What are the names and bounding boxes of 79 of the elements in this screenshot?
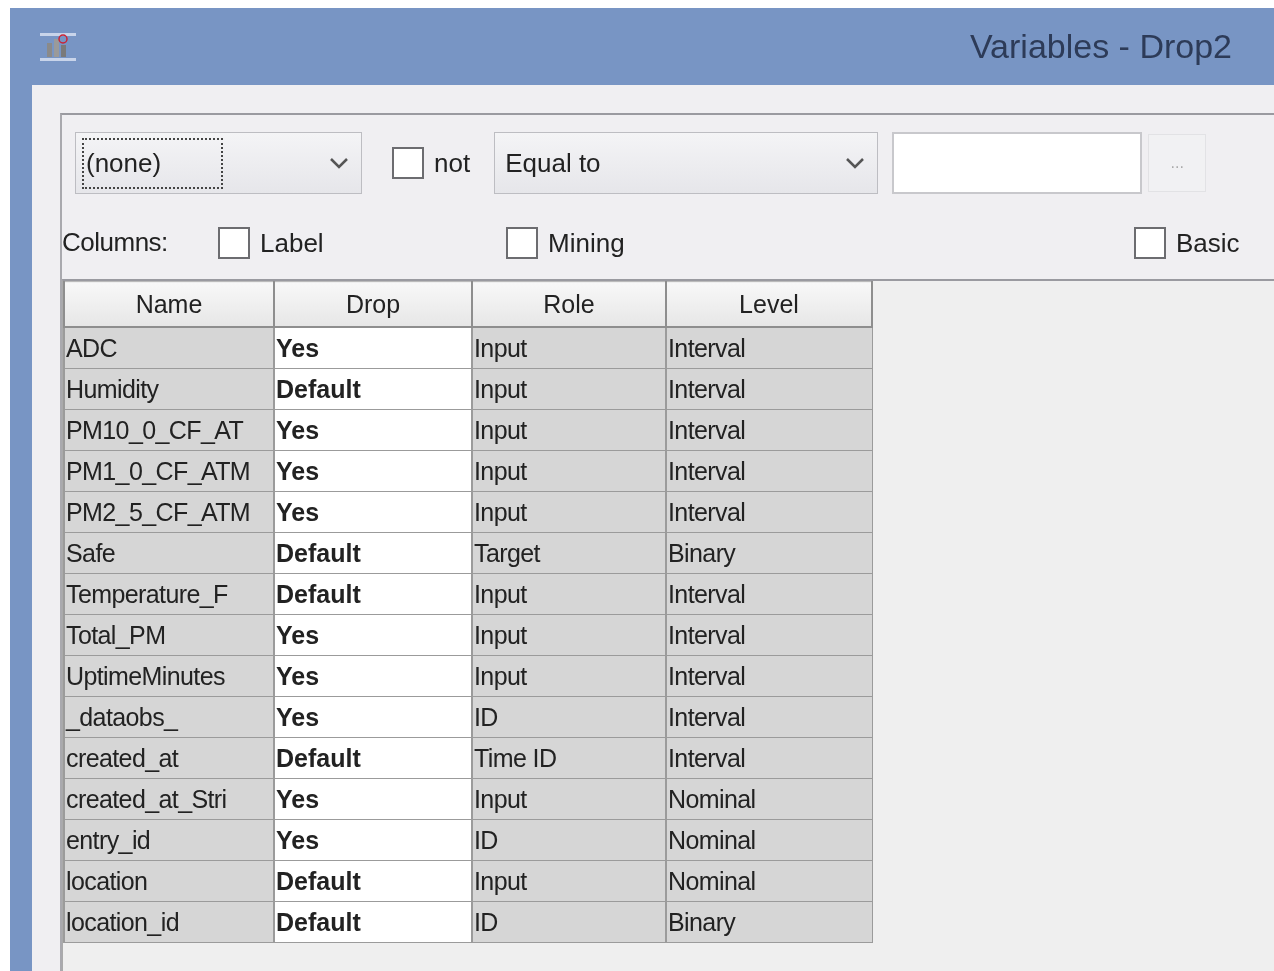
field-dropdown[interactable]: (none) <box>75 132 362 194</box>
table-cell: Interval <box>666 327 872 369</box>
table-cell: Input <box>472 614 666 656</box>
table-cell: Interval <box>666 614 872 656</box>
table-cell: Nominal <box>666 778 872 820</box>
table-cell: Yes <box>274 327 472 369</box>
table-cell: Input <box>472 573 666 615</box>
checkbox-label: Mining <box>548 227 625 259</box>
table-cell: ADC <box>64 327 274 369</box>
table-cell: Interval <box>666 655 872 697</box>
checkbox-label: not <box>434 147 471 179</box>
checkbox[interactable] <box>1134 227 1166 259</box>
checkbox-label: Label <box>260 227 324 259</box>
table-cell: Input <box>472 327 666 369</box>
chevron-down-icon <box>845 156 866 170</box>
table-cell: Humidity <box>64 368 274 410</box>
table-cell: Binary <box>666 901 872 943</box>
table-cell: Input <box>472 778 666 820</box>
table-cell: Default <box>274 532 472 574</box>
table-cell: ID <box>472 819 666 861</box>
column-header[interactable]: Role <box>472 281 666 327</box>
operator-dropdown[interactable]: Equal to <box>494 132 879 194</box>
table-cell: Binary <box>666 532 872 574</box>
table-cell: Input <box>472 491 666 533</box>
table-cell: entry_id <box>64 819 274 861</box>
table-cell: ID <box>472 901 666 943</box>
checkbox-label: Basic <box>1176 227 1240 259</box>
table-cell: Input <box>472 368 666 410</box>
table-cell: Input <box>472 409 666 451</box>
table-cell: created_at <box>64 737 274 779</box>
table-cell: Interval <box>666 696 872 738</box>
table-cell: Yes <box>274 655 472 697</box>
table-cell: _dataobs_ <box>64 696 274 738</box>
column-header[interactable]: Drop <box>274 281 472 327</box>
table-cell: UptimeMinutes <box>64 655 274 697</box>
table-cell: ID <box>472 696 666 738</box>
table-cell: Yes <box>274 491 472 533</box>
table-cell: Default <box>274 901 472 943</box>
table-cell: PM1_0_CF_ATM <box>64 450 274 492</box>
window-title: Variables - Drop2 <box>969 27 1232 66</box>
table-cell: Interval <box>666 450 872 492</box>
table-cell: Time ID <box>472 737 666 779</box>
table-cell: created_at_Stri <box>64 778 274 820</box>
column-header[interactable]: Name <box>64 281 274 327</box>
table-cell: Yes <box>274 450 472 492</box>
table-cell: Default <box>274 737 472 779</box>
table-cell: Default <box>274 368 472 410</box>
table-cell: Interval <box>666 573 872 615</box>
table-cell: location_id <box>64 901 274 943</box>
table-cell: Yes <box>274 819 472 861</box>
value-input-field[interactable] <box>892 132 1143 194</box>
table-cell: Yes <box>274 778 472 820</box>
table-cell: PM2_5_CF_ATM <box>64 491 274 533</box>
table-cell: Input <box>472 860 666 902</box>
table-cell: Safe <box>64 532 274 574</box>
chevron-down-icon <box>329 156 349 170</box>
columns-label: Columns: <box>62 227 168 258</box>
table-cell: Target <box>472 532 666 574</box>
table-cell: Nominal <box>666 860 872 902</box>
table-cell: Interval <box>666 409 872 451</box>
table-cell: Yes <box>274 696 472 738</box>
column-header[interactable]: Level <box>666 281 872 327</box>
table-cell: Nominal <box>666 819 872 861</box>
table-cell: PM10_0_CF_AT <box>64 409 274 451</box>
table-cell: Interval <box>666 368 872 410</box>
table-cell: Yes <box>274 409 472 451</box>
table-cell: Default <box>274 860 472 902</box>
table-cell: Interval <box>666 737 872 779</box>
table-cell: Yes <box>274 614 472 656</box>
table-cell: Default <box>274 573 472 615</box>
table-cell: Interval <box>666 491 872 533</box>
checkbox[interactable] <box>392 147 424 179</box>
checkbox[interactable] <box>218 227 250 259</box>
table-cell: location <box>64 860 274 902</box>
table-cell: Total_PM <box>64 614 274 656</box>
table-cell: Input <box>472 450 666 492</box>
checkbox[interactable] <box>506 227 538 259</box>
table-cell: Input <box>472 655 666 697</box>
table-cell: Temperature_F <box>64 573 274 615</box>
